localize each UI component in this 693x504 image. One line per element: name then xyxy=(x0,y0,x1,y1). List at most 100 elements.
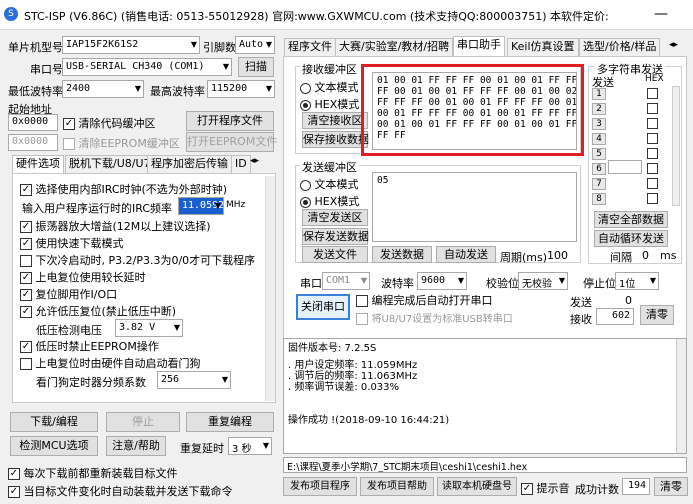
freq-select[interactable]: 11.0592 ▼ xyxy=(178,197,224,215)
stopbit-select[interactable]: 1位 ▼ xyxy=(615,272,659,290)
open-eeprom-button[interactable]: 打开EEPROM文件 xyxy=(186,132,277,152)
mcu-model-select[interactable]: IAP15F2K61S2 ▼ xyxy=(62,36,200,54)
multi-hex-3-checkbox[interactable] xyxy=(647,118,658,129)
multi-hex-7-checkbox[interactable] xyxy=(647,178,658,189)
send-hex-radio[interactable] xyxy=(300,196,311,208)
receive-title: 接收缓冲区 xyxy=(300,61,359,77)
tab-hardware[interactable]: 硬件选项 xyxy=(12,155,64,175)
clear-eeprom-label: 清除EEPROM缓冲区 xyxy=(78,137,180,150)
clear-send-button[interactable]: 清空发送区 xyxy=(302,209,368,226)
beep-checkbox[interactable]: ✓ xyxy=(521,483,533,495)
download-button[interactable]: 下载/编程 xyxy=(10,412,98,432)
send-data-area[interactable]: 05 xyxy=(372,172,577,242)
close-port-button[interactable]: 关闭串口 xyxy=(296,294,350,320)
multi-hex-1-checkbox[interactable] xyxy=(647,88,658,99)
app-icon: S xyxy=(4,7,18,21)
auto-send-button[interactable]: 自动发送 xyxy=(436,246,496,263)
send-data-button[interactable]: 发送数据 xyxy=(372,246,432,263)
stop-button[interactable]: 停止 xyxy=(106,412,180,432)
multi-send-5-button[interactable]: 5 xyxy=(592,148,606,160)
publish-help-button[interactable]: 发布项目帮助 xyxy=(360,477,434,496)
eeprom-lv-checkbox[interactable]: ✓ xyxy=(20,341,32,353)
baud-select[interactable]: 9600 ▼ xyxy=(417,272,467,290)
multi-send-8-button[interactable]: 8 xyxy=(592,193,606,205)
wdt-div-select[interactable]: 256 ▼ xyxy=(157,371,231,389)
auto-load-checkbox[interactable]: ✓ xyxy=(8,486,20,498)
tab-program-file[interactable]: 程序文件 xyxy=(284,38,336,56)
lvr-checkbox[interactable]: ✓ xyxy=(20,306,32,318)
multi-send-6-button[interactable]: 6 xyxy=(592,163,606,175)
max-baud-select[interactable]: 115200 ▼ xyxy=(207,80,275,98)
log-scrollbar[interactable] xyxy=(676,339,686,453)
period-value[interactable]: 100 xyxy=(547,249,568,262)
tab-id[interactable]: ID xyxy=(231,155,251,173)
multi-send-1-button[interactable]: 1 xyxy=(592,88,606,100)
reprogram-button[interactable]: 重复编程 xyxy=(186,412,274,432)
minimize-icon[interactable]: — xyxy=(654,6,668,22)
multi-send-6-input[interactable] xyxy=(608,160,642,174)
tab-scroll-arrows[interactable]: ◂▸ xyxy=(669,40,678,50)
fast-download-checkbox[interactable]: ✓ xyxy=(20,238,32,250)
tab-serial-assistant[interactable]: 串口助手 xyxy=(453,36,505,56)
reset-delay-checkbox[interactable]: ✓ xyxy=(20,272,32,284)
recv-text-radio[interactable] xyxy=(300,82,311,94)
serial-label: 串口 xyxy=(300,277,322,290)
auto-loop-button[interactable]: 自动循环发送 xyxy=(594,230,668,247)
irc-checkbox[interactable]: ✓ xyxy=(20,184,32,196)
options-scrollbar[interactable] xyxy=(265,176,275,401)
pin-select[interactable]: Auto ▼ xyxy=(235,36,275,54)
scan-button[interactable]: 扫描 xyxy=(238,57,274,77)
publish-program-button[interactable]: 发布项目程序 xyxy=(283,477,357,496)
auto-open-checkbox[interactable] xyxy=(356,295,368,307)
multi-hex-2-checkbox[interactable] xyxy=(647,103,658,114)
save-receive-button[interactable]: 保存接收数据 xyxy=(302,131,369,148)
reload-checkbox[interactable]: ✓ xyxy=(8,468,20,480)
tab-selection[interactable]: 选型/价格/样品 xyxy=(579,38,661,56)
clear-count-button[interactable]: 清零 xyxy=(640,305,674,325)
tab-keil[interactable]: Keil仿真设置 xyxy=(507,38,579,56)
multi-send-3-button[interactable]: 3 xyxy=(592,118,606,130)
multi-send-4-button[interactable]: 4 xyxy=(592,133,606,145)
save-send-button[interactable]: 保存发送数据 xyxy=(302,228,369,245)
tab-offline[interactable]: 脱机下载/U8/U7 xyxy=(65,155,155,173)
clear-success-button[interactable]: 清零 xyxy=(654,477,688,496)
multi-send-7-button[interactable]: 7 xyxy=(592,178,606,190)
clear-receive-button[interactable]: 清空接收区 xyxy=(302,112,368,129)
amp-checkbox[interactable]: ✓ xyxy=(20,221,32,233)
help-button[interactable]: 注意/帮助 xyxy=(106,436,166,456)
multi-send-scrollbar[interactable] xyxy=(672,86,680,206)
multi-hex-5-checkbox[interactable] xyxy=(647,148,658,159)
recv-hex-radio[interactable] xyxy=(300,99,311,111)
cold-start-checkbox[interactable] xyxy=(20,255,32,267)
send-text-radio[interactable] xyxy=(300,179,311,191)
open-program-button[interactable]: 打开程序文件 xyxy=(186,111,274,131)
interval-unit: ms xyxy=(660,249,677,262)
tab-contest[interactable]: 大赛/实验室/教材/招聘 xyxy=(335,38,454,56)
multi-hex-4-checkbox[interactable] xyxy=(647,133,658,144)
lv-select[interactable]: 3.82 V ▼ xyxy=(115,319,183,337)
multi-hex-8-checkbox[interactable] xyxy=(647,193,658,204)
clear-code-checkbox[interactable]: ✓ xyxy=(63,118,75,130)
tab-scroll-arrows[interactable]: ◂▸ xyxy=(250,156,259,166)
send-file-button[interactable]: 发送文件 xyxy=(302,246,368,263)
delay-select[interactable]: 3 秒 ▼ xyxy=(228,437,272,455)
parity-select[interactable]: 无校验 ▼ xyxy=(518,272,568,290)
multi-send-2-button[interactable]: 2 xyxy=(592,103,606,115)
clear-eeprom-checkbox[interactable] xyxy=(63,138,75,150)
code-addr-input[interactable]: 0x0000 xyxy=(8,114,58,131)
serial-select[interactable]: COM1 ▼ xyxy=(322,272,370,290)
log-area: 固件版本号: 7.2.5S . 用户设定频率: 11.059MHz . 调节后的… xyxy=(283,338,687,454)
clear-all-button[interactable]: 清空全部数据 xyxy=(594,211,668,228)
port-select[interactable]: USB-SERIAL CH340 (COM1) ▼ xyxy=(62,58,232,76)
interval-value[interactable]: 0 xyxy=(642,249,649,262)
delay-label: 重复延时 xyxy=(180,442,224,455)
read-disk-id-button[interactable]: 读取本机硬盘号 xyxy=(437,477,517,496)
eeprom-addr-input[interactable]: 0x0000 xyxy=(8,134,58,151)
wdt-checkbox[interactable] xyxy=(20,358,32,370)
min-baud-select[interactable]: 2400 ▼ xyxy=(62,80,144,98)
multi-hex-6-checkbox[interactable] xyxy=(647,163,658,174)
reset-pin-checkbox[interactable]: ✓ xyxy=(20,289,32,301)
u8-checkbox[interactable] xyxy=(356,313,368,325)
check-mcu-button[interactable]: 检测MCU选项 xyxy=(10,436,98,456)
tab-encrypt[interactable]: 程序加密后传输 xyxy=(147,155,232,173)
